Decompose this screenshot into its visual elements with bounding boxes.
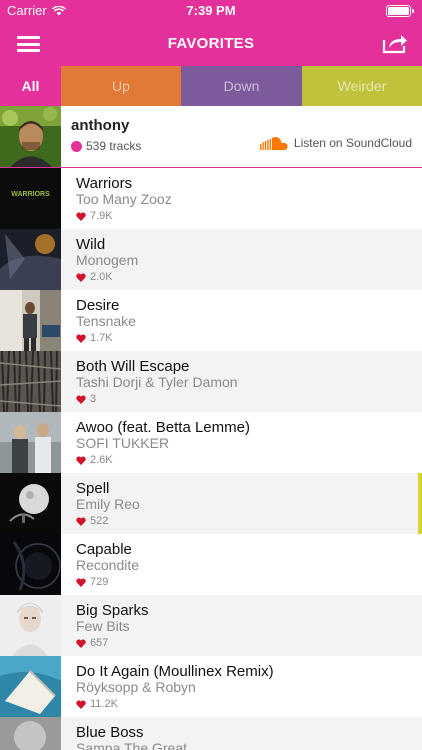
- status-time: 7:39 PM: [186, 3, 236, 18]
- heart-icon: [76, 700, 86, 709]
- heart-icon: [76, 517, 86, 526]
- track-row[interactable]: Wild Monogem 2.0K: [0, 229, 422, 290]
- like-count-label: 3: [90, 393, 97, 405]
- track-title: Do It Again (Moullinex Remix): [76, 663, 274, 680]
- track-artist: Röyksopp & Robyn: [76, 679, 196, 695]
- album-art-text: WARRIORS: [11, 191, 50, 198]
- heart-icon: [76, 395, 86, 404]
- like-count: 3: [76, 393, 96, 405]
- album-art: [0, 290, 61, 351]
- track-artist: Recondite: [76, 557, 140, 573]
- like-count-label: 729: [90, 576, 109, 588]
- album-art: [0, 229, 61, 290]
- track-title: Wild: [76, 236, 106, 253]
- soundcloud-label: Listen on SoundCloud: [293, 136, 412, 150]
- soundcloud-icon: [259, 137, 288, 150]
- like-count: 2.0K: [76, 271, 113, 283]
- track-row[interactable]: Desire Tensnake 1.7K: [0, 290, 422, 351]
- track-title: Desire: [76, 297, 120, 314]
- heart-icon: [76, 334, 86, 343]
- heart-icon: [76, 639, 86, 648]
- tab-weirder[interactable]: Weirder: [302, 66, 422, 106]
- like-count: 2.6K: [76, 454, 113, 466]
- like-count-label: 522: [90, 515, 109, 527]
- tab-all[interactable]: All: [0, 66, 61, 106]
- like-count: 1.7K: [76, 332, 113, 344]
- tab-label: Up: [112, 78, 130, 94]
- album-art: [0, 595, 61, 656]
- track-artist: Monogem: [76, 252, 139, 268]
- album-art: [0, 717, 61, 750]
- like-count: 657: [76, 637, 108, 649]
- battery-fill: [388, 7, 409, 15]
- heart-icon: [76, 212, 86, 221]
- tab-label: Down: [223, 78, 260, 94]
- track-list[interactable]: WARRIORS Warriors Too Many Zooz 7.9K Wil…: [0, 168, 422, 750]
- heart-icon: [76, 456, 86, 465]
- track-count-label: 539 tracks: [86, 139, 142, 153]
- track-title: Warriors: [76, 175, 133, 192]
- track-artist: Too Many Zooz: [76, 191, 172, 207]
- tab-label: All: [21, 78, 40, 94]
- track-title: Capable: [76, 541, 132, 558]
- track-row[interactable]: Awoo (feat. Betta Lemme) SOFI TUKKER 2.6…: [0, 412, 422, 473]
- profile-name: anthony: [71, 117, 130, 134]
- track-count: 539 tracks: [71, 139, 141, 153]
- track-row[interactable]: Spell Emily Reo 522: [0, 473, 422, 534]
- page-title: FAVORITES: [167, 35, 255, 52]
- like-count: 729: [76, 576, 108, 588]
- track-artist: Few Bits: [76, 618, 130, 634]
- like-count-label: 2.0K: [90, 271, 113, 283]
- album-art: [0, 351, 61, 412]
- track-row[interactable]: Do It Again (Moullinex Remix) Röyksopp &…: [0, 656, 422, 717]
- track-artist: Sampa The Great: [76, 740, 188, 750]
- tab-up[interactable]: Up: [61, 66, 181, 106]
- track-artist: Tensnake: [76, 313, 136, 329]
- track-title: Big Sparks: [76, 602, 149, 619]
- heart-icon: [76, 273, 86, 282]
- track-row[interactable]: Blue Boss Sampa The Great: [0, 717, 422, 750]
- soundcloud-link[interactable]: Listen on SoundCloud: [259, 136, 412, 150]
- avatar[interactable]: [0, 106, 61, 167]
- like-count-label: 2.6K: [90, 454, 113, 466]
- like-count: 7.9K: [76, 210, 113, 222]
- category-tabs: All Up Down Weirder: [0, 66, 422, 106]
- track-artist: Tashi Dorji & Tyler Damon: [76, 374, 238, 390]
- now-playing-indicator: [418, 473, 422, 534]
- header: Carrier 7:39 PM FAVORITES: [0, 0, 422, 66]
- album-art: [0, 473, 61, 534]
- track-row[interactable]: Big Sparks Few Bits 657: [0, 595, 422, 656]
- track-title: Both Will Escape: [76, 358, 190, 375]
- tab-label: Weirder: [337, 78, 387, 94]
- track-title: Spell: [76, 480, 110, 497]
- album-art: [0, 412, 61, 473]
- share-icon[interactable]: [382, 32, 408, 54]
- track-row[interactable]: Capable Recondite 729: [0, 534, 422, 595]
- track-artist: Emily Reo: [76, 496, 140, 512]
- like-count-label: 11.2K: [90, 698, 118, 710]
- profile-header: anthony 539 tracks Listen on SoundCloud: [0, 106, 422, 167]
- tab-down[interactable]: Down: [181, 66, 302, 106]
- like-count: 522: [76, 515, 108, 527]
- track-row[interactable]: Both Will Escape Tashi Dorji & Tyler Dam…: [0, 351, 422, 412]
- status-bar: Carrier 7:39 PM: [0, 0, 422, 22]
- heart-icon: [76, 578, 86, 587]
- track-title: Awoo (feat. Betta Lemme): [76, 419, 250, 436]
- battery-icon: [386, 5, 414, 17]
- like-count: 11.2K: [76, 698, 118, 710]
- navigation-bar: FAVORITES: [0, 22, 422, 66]
- like-count-label: 7.9K: [90, 210, 113, 222]
- like-count-label: 657: [90, 637, 109, 649]
- tracks-icon: [71, 140, 82, 152]
- album-art: WARRIORS: [0, 168, 61, 229]
- album-art: [0, 534, 61, 595]
- track-artist: SOFI TUKKER: [76, 435, 170, 451]
- album-art: [0, 656, 61, 717]
- track-row[interactable]: WARRIORS Warriors Too Many Zooz 7.9K: [0, 168, 422, 229]
- track-title: Blue Boss: [76, 724, 144, 741]
- like-count-label: 1.7K: [90, 332, 113, 344]
